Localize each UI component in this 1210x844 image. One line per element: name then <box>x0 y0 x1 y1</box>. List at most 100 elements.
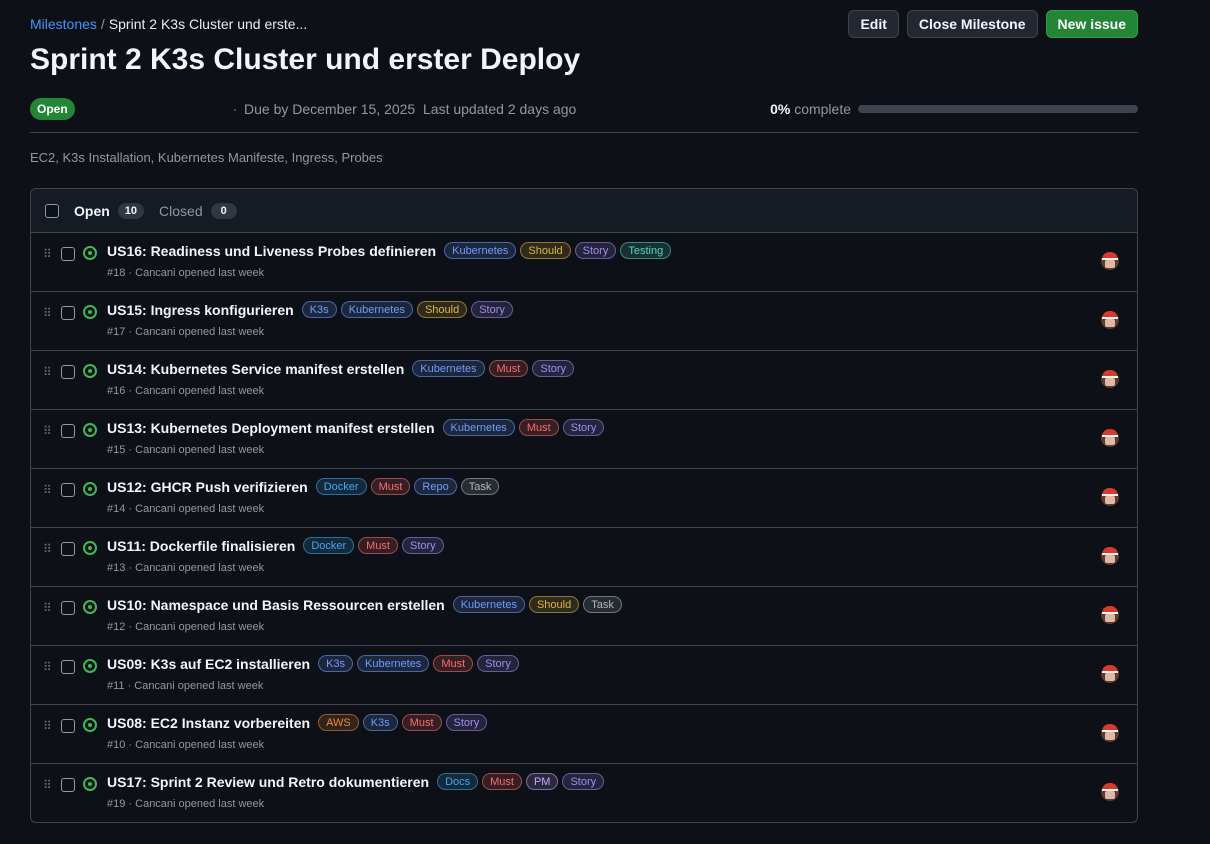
issue-title-line: US08: EC2 Instanz vorbereiten AWS K3s Must S… <box>107 714 488 731</box>
issue-row[interactable]: ⠿ US11: Dockerfile finalisieren Docker Mus… <box>31 528 1137 587</box>
issue-label[interactable]: Story <box>574 242 617 259</box>
issue-label[interactable]: Must <box>488 360 529 377</box>
issue-label[interactable]: Task <box>460 478 500 495</box>
issue-label[interactable]: Should <box>520 242 571 259</box>
issue-title-link[interactable]: US15: Ingress konfigurieren <box>107 302 294 318</box>
issue-title-link[interactable]: US12: GHCR Push verifizieren <box>107 479 308 495</box>
issue-label[interactable]: Task <box>583 596 622 613</box>
new-issue-button[interactable]: New issue <box>1045 10 1138 38</box>
issue-label[interactable]: Must <box>433 655 474 672</box>
issue-label[interactable]: Must <box>401 714 442 731</box>
issue-title-link[interactable]: US10: Namespace und Basis Ressourcen ers… <box>107 597 445 613</box>
issue-label[interactable]: Story <box>562 419 605 436</box>
issue-row[interactable]: ⠿ US17: Sprint 2 Review und Retro dokume… <box>31 764 1137 822</box>
assignee-avatar[interactable] <box>1101 783 1119 801</box>
drag-handle-icon[interactable]: ⠿ <box>43 248 52 260</box>
close-milestone-button[interactable]: Close Milestone <box>906 10 1038 38</box>
issue-checkbox[interactable] <box>61 306 75 320</box>
issue-checkbox[interactable] <box>61 247 75 261</box>
assignee-avatar[interactable] <box>1101 488 1119 506</box>
issue-label[interactable]: Repo <box>414 478 457 495</box>
issue-checkbox[interactable] <box>61 365 75 379</box>
issue-meta: #16 · Cancani opened last week <box>107 385 265 397</box>
assignee-avatar[interactable] <box>1101 252 1119 270</box>
issue-checkbox[interactable] <box>61 778 75 792</box>
issue-label[interactable]: Kubernetes <box>357 655 430 672</box>
issue-label[interactable]: Docker <box>315 478 367 495</box>
issue-label[interactable]: Kubernetes <box>452 596 525 613</box>
issue-checkbox[interactable] <box>61 542 75 556</box>
assignee-avatar[interactable] <box>1101 370 1119 388</box>
assignee-avatar[interactable] <box>1101 311 1119 329</box>
issue-row[interactable]: ⠿ US12: GHCR Push verifizieren Docker Must… <box>31 469 1137 528</box>
issue-label[interactable]: Kubernetes <box>412 360 485 377</box>
drag-handle-icon[interactable]: ⠿ <box>43 366 52 378</box>
edit-button[interactable]: Edit <box>848 10 899 38</box>
issue-meta: #11 · Cancani opened last week <box>107 680 264 692</box>
issue-label[interactable]: Story <box>562 773 605 790</box>
drag-handle-icon[interactable]: ⠿ <box>43 543 52 555</box>
issue-open-icon <box>83 718 97 732</box>
milestone-description: EC2, K3s Installation, Kubernetes Manife… <box>30 150 383 165</box>
issue-row[interactable]: ⠿ US10: Namespace und Basis Ressourcen e… <box>31 587 1137 646</box>
issue-label[interactable]: Must <box>482 773 522 790</box>
breadcrumb-milestones-link[interactable]: Milestones <box>30 16 97 32</box>
issue-row[interactable]: ⠿ US15: Ingress konfigurieren K3s Kubernet… <box>31 292 1137 351</box>
issue-title-link[interactable]: US17: Sprint 2 Review und Retro dokument… <box>107 774 429 790</box>
drag-handle-icon[interactable]: ⠿ <box>43 720 52 732</box>
tab-closed[interactable]: Closed 0 <box>159 202 237 219</box>
assignee-avatar[interactable] <box>1101 547 1119 565</box>
drag-handle-icon[interactable]: ⠿ <box>43 307 52 319</box>
issue-title-link[interactable]: US16: Readiness und Liveness Probes defi… <box>107 243 436 259</box>
issue-title-link[interactable]: US11: Dockerfile finalisieren <box>107 538 295 554</box>
issue-label[interactable]: AWS <box>318 714 359 731</box>
tab-open[interactable]: Open 10 <box>74 202 145 219</box>
issue-label[interactable]: Must <box>370 478 411 495</box>
select-all-checkbox[interactable] <box>45 203 59 218</box>
drag-handle-icon[interactable]: ⠿ <box>43 779 52 791</box>
assignee-avatar[interactable] <box>1101 429 1119 447</box>
issue-label[interactable]: Story <box>445 714 488 731</box>
issue-label[interactable]: Story <box>532 360 575 377</box>
drag-handle-icon[interactable]: ⠿ <box>43 425 52 437</box>
issue-checkbox[interactable] <box>61 424 75 438</box>
issue-label[interactable]: Story <box>471 301 513 318</box>
issue-label[interactable]: Kubernetes <box>442 419 515 436</box>
issue-label[interactable]: Docker <box>303 537 355 554</box>
issue-label[interactable]: Docs <box>437 773 479 790</box>
issue-row[interactable]: ⠿ US16: Readiness und Liveness Probes de… <box>31 233 1137 292</box>
issue-checkbox[interactable] <box>61 719 75 733</box>
issue-row[interactable]: ⠿ US08: EC2 Instanz vorbereiten AWS K3s Mus… <box>31 705 1137 764</box>
issue-label[interactable]: Should <box>528 596 580 613</box>
issue-label[interactable]: K3s <box>318 655 354 672</box>
drag-handle-icon[interactable]: ⠿ <box>43 484 52 496</box>
issue-label[interactable]: Story <box>477 655 519 672</box>
issue-label[interactable]: Must <box>358 537 398 554</box>
issue-title-link[interactable]: US13: Kubernetes Deployment manifest ers… <box>107 420 435 436</box>
issue-rows: ⠿ US16: Readiness und Liveness Probes de… <box>31 233 1137 822</box>
issue-row[interactable]: ⠿ US13: Kubernetes Deployment manifest e… <box>31 410 1137 469</box>
issue-label[interactable]: Should <box>416 301 468 318</box>
issue-label[interactable]: PM <box>525 773 559 790</box>
issue-label[interactable]: Testing <box>620 242 672 259</box>
issue-label[interactable]: Story <box>402 537 444 554</box>
issue-label[interactable]: Must <box>518 419 559 436</box>
tab-open-count: 10 <box>117 202 145 219</box>
issue-label[interactable]: K3s <box>362 714 398 731</box>
issue-checkbox[interactable] <box>61 483 75 497</box>
issue-label[interactable]: K3s <box>301 301 337 318</box>
issue-checkbox[interactable] <box>61 660 75 674</box>
issue-title-link[interactable]: US08: EC2 Instanz vorbereiten <box>107 715 310 731</box>
assignee-avatar[interactable] <box>1101 665 1119 683</box>
assignee-avatar[interactable] <box>1101 606 1119 624</box>
issue-checkbox[interactable] <box>61 601 75 615</box>
issue-title-link[interactable]: US09: K3s auf EC2 installieren <box>107 656 310 672</box>
drag-handle-icon[interactable]: ⠿ <box>43 602 52 614</box>
issue-row[interactable]: ⠿ US09: K3s auf EC2 installieren K3s Kuber… <box>31 646 1137 705</box>
issue-label[interactable]: Kubernetes <box>444 242 517 259</box>
issue-label[interactable]: Kubernetes <box>340 301 413 318</box>
issue-row[interactable]: ⠿ US14: Kubernetes Service manifest erst… <box>31 351 1137 410</box>
issue-title-link[interactable]: US14: Kubernetes Service manifest erstel… <box>107 361 404 377</box>
assignee-avatar[interactable] <box>1101 724 1119 742</box>
drag-handle-icon[interactable]: ⠿ <box>43 661 52 673</box>
